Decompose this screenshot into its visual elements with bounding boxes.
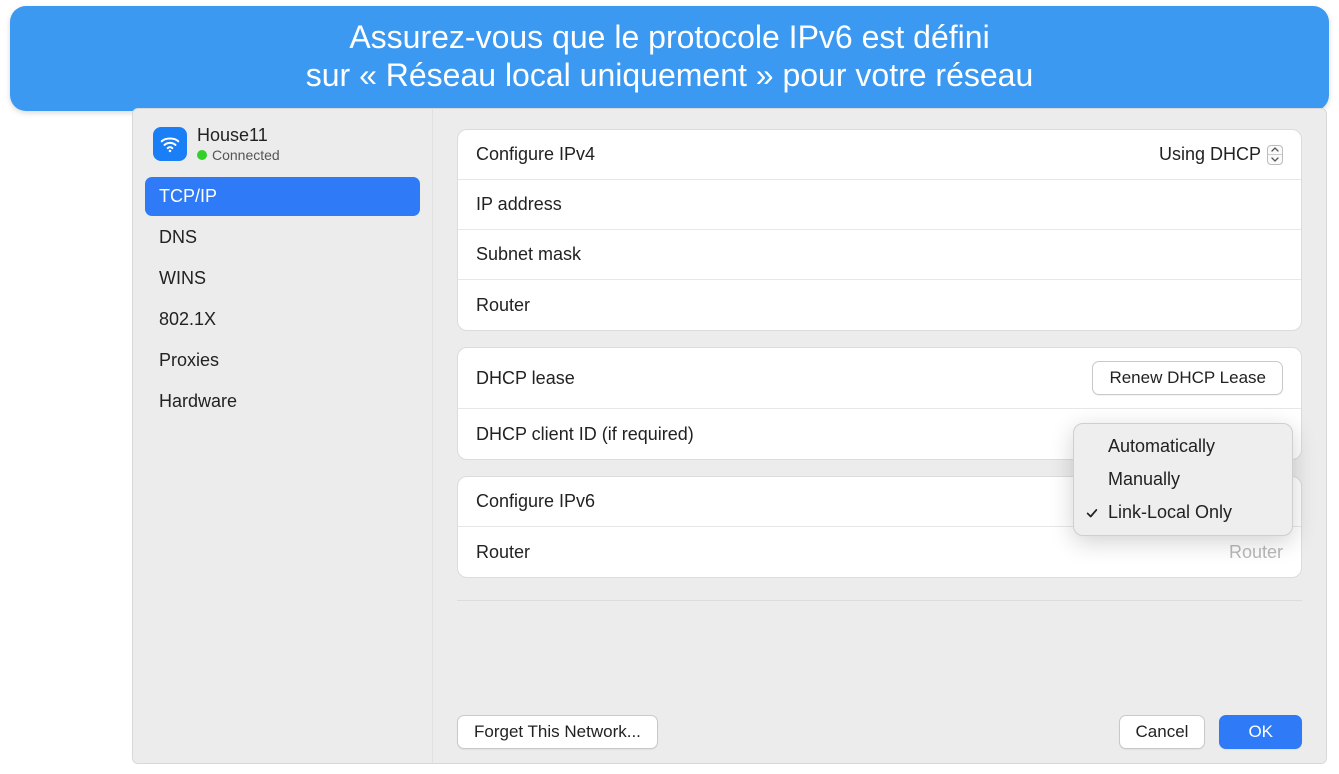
tab-label: 802.1X bbox=[159, 309, 216, 329]
label-configure-ipv4: Configure IPv4 bbox=[476, 144, 595, 165]
tab-wins[interactable]: WINS bbox=[145, 259, 420, 298]
row-configure-ipv4: Configure IPv4 Using DHCP bbox=[458, 130, 1301, 180]
option-label: Manually bbox=[1108, 469, 1180, 490]
content-pane: Configure IPv4 Using DHCP IP address Sub… bbox=[433, 109, 1326, 763]
tab-hardware[interactable]: Hardware bbox=[145, 382, 420, 421]
network-text: House11 Connected bbox=[197, 125, 280, 163]
instruction-banner: Assurez-vous que le protocole IPv6 est d… bbox=[10, 6, 1329, 111]
label-configure-ipv6: Configure IPv6 bbox=[476, 491, 595, 512]
sidebar: House11 Connected TCP/IP DNS WINS 802.1X… bbox=[133, 109, 433, 763]
tab-label: WINS bbox=[159, 268, 206, 288]
ok-button[interactable]: OK bbox=[1219, 715, 1302, 749]
network-status-label: Connected bbox=[212, 147, 280, 163]
row-router-ipv4: Router bbox=[458, 280, 1301, 330]
network-status: Connected bbox=[197, 147, 280, 163]
separator bbox=[457, 600, 1302, 601]
row-ip-address: IP address bbox=[458, 180, 1301, 230]
label-subnet-mask: Subnet mask bbox=[476, 244, 581, 265]
tab-label: Proxies bbox=[159, 350, 219, 370]
ipv6-option-link-local-only[interactable]: Link-Local Only bbox=[1074, 496, 1292, 529]
tab-dns[interactable]: DNS bbox=[145, 218, 420, 257]
row-subnet-mask: Subnet mask bbox=[458, 230, 1301, 280]
row-configure-ipv6: Configure IPv6 Automatically Manually bbox=[458, 477, 1301, 527]
label-router-ipv4: Router bbox=[476, 295, 530, 316]
tab-label: DNS bbox=[159, 227, 197, 247]
ipv4-panel: Configure IPv4 Using DHCP IP address Sub… bbox=[457, 129, 1302, 331]
updown-icon bbox=[1267, 145, 1283, 165]
value-configure-ipv4: Using DHCP bbox=[1159, 144, 1261, 165]
wifi-icon bbox=[153, 127, 187, 161]
ipv6-panel: Configure IPv6 Automatically Manually bbox=[457, 476, 1302, 578]
status-dot-icon bbox=[197, 150, 207, 160]
label-dhcp-lease: DHCP lease bbox=[476, 368, 575, 389]
tab-tcpip[interactable]: TCP/IP bbox=[145, 177, 420, 216]
network-header: House11 Connected bbox=[145, 119, 420, 173]
banner-line-1: Assurez-vous que le protocole IPv6 est d… bbox=[30, 18, 1309, 56]
sidebar-tabs: TCP/IP DNS WINS 802.1X Proxies Hardware bbox=[145, 177, 420, 421]
option-label: Automatically bbox=[1108, 436, 1215, 457]
select-configure-ipv4[interactable]: Using DHCP bbox=[1159, 144, 1283, 165]
banner-line-2: sur « Réseau local uniquement » pour vot… bbox=[30, 56, 1309, 94]
footer: Forget This Network... Cancel OK bbox=[457, 705, 1302, 763]
forget-network-button[interactable]: Forget This Network... bbox=[457, 715, 658, 749]
checkmark-icon bbox=[1084, 506, 1100, 520]
cancel-button[interactable]: Cancel bbox=[1119, 715, 1206, 749]
tab-8021x[interactable]: 802.1X bbox=[145, 300, 420, 339]
tab-label: Hardware bbox=[159, 391, 237, 411]
ipv6-option-manually[interactable]: Manually bbox=[1074, 463, 1292, 496]
renew-dhcp-button[interactable]: Renew DHCP Lease bbox=[1092, 361, 1283, 395]
network-name: House11 bbox=[197, 125, 280, 146]
ipv6-dropdown-menu: Automatically Manually Link-Local Only bbox=[1073, 423, 1293, 536]
label-router-ipv6: Router bbox=[476, 542, 530, 563]
footer-right: Cancel OK bbox=[1119, 715, 1302, 749]
tab-proxies[interactable]: Proxies bbox=[145, 341, 420, 380]
network-settings-window: House11 Connected TCP/IP DNS WINS 802.1X… bbox=[132, 108, 1327, 764]
label-dhcp-client-id: DHCP client ID (if required) bbox=[476, 424, 694, 445]
label-ip-address: IP address bbox=[476, 194, 562, 215]
option-label: Link-Local Only bbox=[1108, 502, 1232, 523]
ipv6-option-automatically[interactable]: Automatically bbox=[1074, 430, 1292, 463]
router-ipv6-placeholder: Router bbox=[1229, 542, 1283, 563]
row-dhcp-lease: DHCP lease Renew DHCP Lease bbox=[458, 348, 1301, 409]
tab-label: TCP/IP bbox=[159, 186, 217, 206]
